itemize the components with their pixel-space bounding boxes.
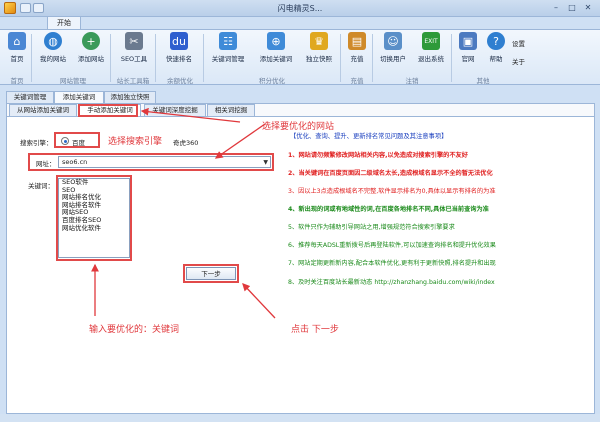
keywords-label: 关键词： bbox=[28, 182, 54, 190]
tab-related-word-mining[interactable]: 相关词挖掘 bbox=[207, 104, 255, 116]
group-separator bbox=[451, 34, 452, 82]
note-item: 3、因以上3点造成根域名不完整,软件显示排名为0,具体以显示有排名的为准 bbox=[288, 188, 496, 195]
keyword-manage-button[interactable]: ☷ 关键词管理 bbox=[206, 32, 250, 63]
group-separator bbox=[31, 34, 32, 82]
baidu-icon: du bbox=[170, 32, 188, 50]
engine-label: 搜索引擎： bbox=[20, 139, 53, 147]
tools-icon: ✂ bbox=[125, 32, 143, 50]
globe-icon: ◍ bbox=[44, 32, 62, 50]
group-separator bbox=[110, 34, 111, 82]
network-icon: ☷ bbox=[219, 32, 237, 50]
home-button[interactable]: ⌂ 首页 bbox=[5, 32, 29, 63]
note-item: 7、网站定期更新新内容,配合本软件优化,更有利于更新快照,排名提升和出现 bbox=[288, 260, 496, 267]
group-separator bbox=[203, 34, 204, 82]
recharge-button[interactable]: ▤ 充值 bbox=[344, 32, 370, 63]
quick-rank-button[interactable]: du 快速排名 bbox=[161, 32, 197, 63]
title-bar: 闪电精灵S... – □ ✕ bbox=[0, 0, 600, 17]
tab-add-from-site[interactable]: 从网站添加关键词 bbox=[9, 104, 77, 116]
help-icon: ? bbox=[487, 32, 505, 50]
group-label-balance-optimize: 余额优化 bbox=[167, 77, 193, 85]
group-label-home: 首页 bbox=[10, 77, 24, 85]
highlight-engine bbox=[54, 132, 100, 148]
annotation-input-keywords: 输入要优化的：关键词 bbox=[89, 325, 180, 335]
settings-button[interactable]: 设置 bbox=[512, 38, 525, 48]
independent-snapshot-button[interactable]: ♛ 独立快照 bbox=[302, 32, 336, 63]
note-item: 8、及时关注百度站长最新动态 http://zhanzhang.baidu.co… bbox=[288, 279, 495, 286]
ribbon-tab-start[interactable]: 开始 bbox=[47, 16, 81, 30]
official-site-button[interactable]: ▣ 官网 bbox=[455, 32, 481, 63]
note-item: 6、推荐每天ADSL重新拨号后再登陆软件,可以加速查询排名和提升优化效果 bbox=[288, 242, 496, 249]
group-label-recharge: 充值 bbox=[350, 77, 364, 85]
group-label-other: 其他 bbox=[476, 77, 490, 85]
note-item: 2、当关键词在百度页面因二级域名太长,造成根域名显示不全的暂无法优化 bbox=[288, 170, 493, 177]
seo-tools-button[interactable]: ✂ SEO工具 bbox=[118, 32, 150, 63]
trophy-icon: ♛ bbox=[310, 32, 328, 50]
group-separator bbox=[340, 34, 341, 82]
highlight-next bbox=[183, 264, 239, 283]
annotation-select-site: 选择要优化的网站 bbox=[262, 122, 335, 132]
users-icon: ☺ bbox=[384, 32, 402, 50]
add-keyword-icon: ⊕ bbox=[267, 32, 285, 50]
notes-title: 【优化、查询、提升、更新排名常见问题及其注意事项】 bbox=[290, 133, 448, 140]
add-site-button[interactable]: + 添加网站 bbox=[75, 32, 107, 63]
engine-option-360: 奇虎360 bbox=[173, 139, 199, 147]
tab-add-snapshot[interactable]: 添加独立快照 bbox=[104, 91, 156, 103]
tab-keyword-manage[interactable]: 关键词管理 bbox=[6, 91, 54, 103]
note-item: 4、新出现的词或有地域性的词,在百度各地排名不同,具体已当前查询为准 bbox=[288, 206, 489, 213]
group-separator bbox=[155, 34, 156, 82]
window-title: 闪电精灵S... bbox=[277, 4, 323, 13]
tab-add-keyword[interactable]: 添加关键词 bbox=[54, 91, 104, 103]
annotation-click-next: 点击 下一步 bbox=[291, 325, 339, 335]
exit-system-button[interactable]: EXIT 退出系统 bbox=[414, 32, 448, 63]
status-bar bbox=[0, 414, 600, 422]
recharge-icon: ▤ bbox=[348, 32, 366, 50]
add-keyword-button[interactable]: ⊕ 添加关键词 bbox=[254, 32, 298, 63]
home-icon: ⌂ bbox=[8, 32, 26, 50]
group-label-logout: 注销 bbox=[405, 77, 419, 85]
add-site-icon: + bbox=[82, 32, 100, 50]
close-icon[interactable]: ✕ bbox=[580, 2, 596, 14]
help-button[interactable]: ? 帮助 bbox=[484, 32, 508, 63]
group-label-webmaster-tools: 站长工具箱 bbox=[116, 77, 150, 85]
maximize-icon[interactable]: □ bbox=[564, 2, 580, 14]
switch-user-button[interactable]: ☺ 切换用户 bbox=[376, 32, 410, 63]
highlight-manual-tab bbox=[78, 104, 138, 117]
note-item: 1、网站请勿频繁修改网站相关内容,以免造成对搜索引擎的不友好 bbox=[288, 152, 468, 159]
group-label-points-optimize: 积分优化 bbox=[259, 77, 285, 85]
tab-keyword-mining[interactable]: 关键词深度挖掘 bbox=[144, 104, 206, 116]
highlight-keywords bbox=[56, 175, 132, 261]
ribbon-toolbar: ⌂ 首页 ◍ 我的网站 + 添加网站 ✂ SEO工具 du 快速排名 ☷ 关键词… bbox=[0, 29, 600, 85]
my-sites-button[interactable]: ◍ 我的网站 bbox=[37, 32, 69, 63]
group-label-site-manage: 网站管理 bbox=[60, 77, 86, 85]
exit-icon: EXIT bbox=[422, 32, 440, 50]
official-site-icon: ▣ bbox=[459, 32, 477, 50]
about-button[interactable]: 关于 bbox=[512, 56, 525, 66]
main-tab-bar: 关键词管理 添加关键词 添加独立快照 bbox=[0, 91, 600, 103]
minimize-icon[interactable]: – bbox=[548, 2, 564, 14]
annotation-select-engine: 选择搜索引擎 bbox=[108, 137, 163, 147]
note-item: 5、软件只作为辅助引导网站之用,增强规范符合搜索引擎要求 bbox=[288, 224, 455, 231]
highlight-url bbox=[28, 153, 274, 171]
group-separator bbox=[372, 34, 373, 82]
